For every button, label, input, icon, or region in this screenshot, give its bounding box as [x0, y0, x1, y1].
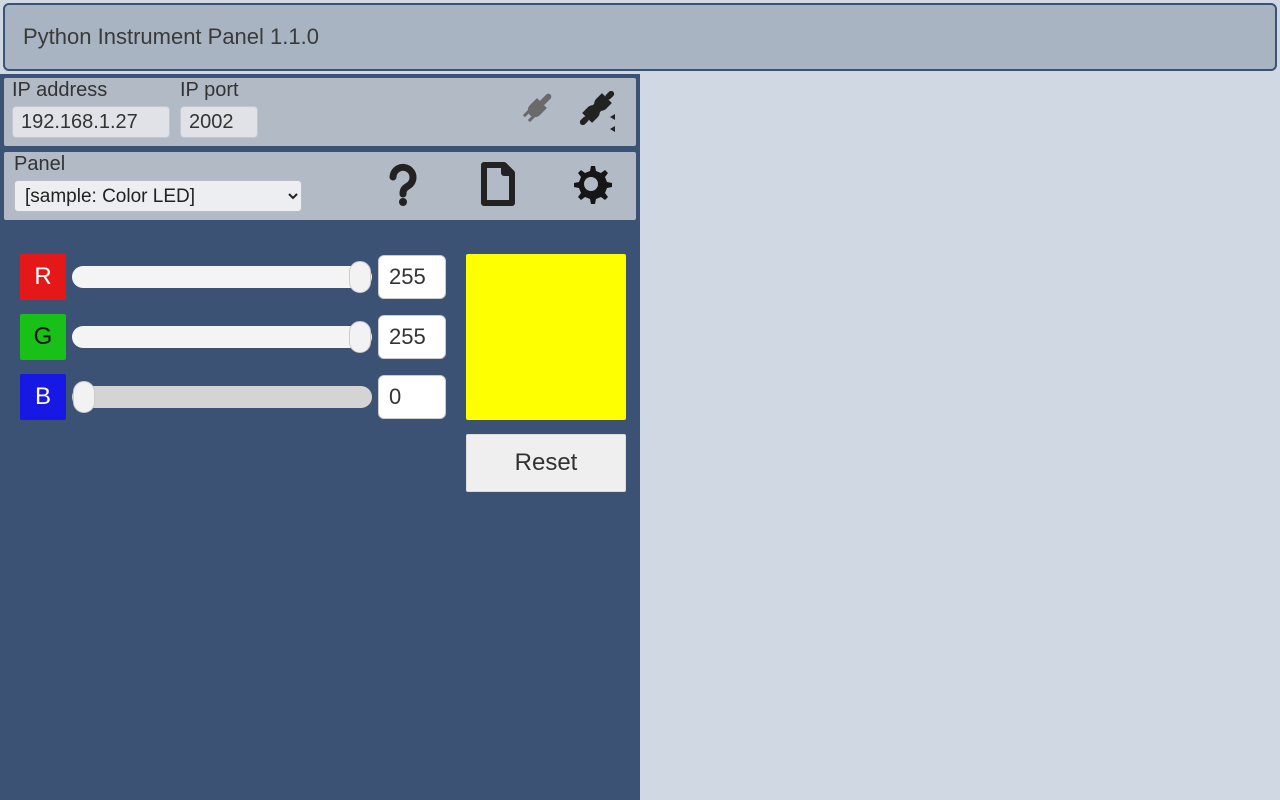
slider-row-g: G: [20, 314, 446, 360]
file-icon[interactable]: [474, 161, 520, 212]
help-icon[interactable]: [380, 161, 426, 212]
value-input-b[interactable]: [378, 375, 446, 419]
port-input[interactable]: [180, 106, 258, 138]
panel-select[interactable]: [sample: Color LED]: [14, 180, 302, 212]
slider-row-r: R: [20, 254, 446, 300]
slider-g[interactable]: [72, 326, 372, 348]
panel-body: R G B Reset: [0, 224, 640, 522]
left-column: IP address IP port: [0, 74, 640, 800]
slider-r[interactable]: [72, 266, 372, 288]
panel-selector-row: Panel [sample: Color LED]: [2, 150, 638, 222]
slider-thumb-g[interactable]: [349, 321, 371, 353]
slider-thumb-r[interactable]: [349, 261, 371, 293]
slider-thumb-b[interactable]: [73, 381, 95, 413]
app-title: Python Instrument Panel 1.1.0: [23, 24, 319, 50]
plug-connect-icon[interactable]: [512, 83, 562, 138]
port-label: IP port: [180, 79, 258, 102]
slider-b[interactable]: [72, 386, 372, 408]
plug-disconnect-icon[interactable]: [572, 83, 622, 138]
value-input-r[interactable]: [378, 255, 446, 299]
channel-chip-g: G: [20, 314, 66, 360]
connection-panel: IP address IP port: [2, 76, 638, 148]
channel-chip-b: B: [20, 374, 66, 420]
gear-icon[interactable]: [568, 161, 614, 212]
ip-input[interactable]: [12, 106, 170, 138]
ip-field: IP address: [12, 79, 170, 138]
value-input-g[interactable]: [378, 315, 446, 359]
slider-row-b: B: [20, 374, 446, 420]
color-preview: [466, 254, 626, 420]
port-field: IP port: [180, 79, 258, 138]
title-bar: Python Instrument Panel 1.1.0: [3, 3, 1277, 71]
channel-chip-r: R: [20, 254, 66, 300]
reset-button[interactable]: Reset: [466, 434, 626, 492]
panel-label: Panel: [14, 153, 302, 176]
ip-label: IP address: [12, 79, 170, 102]
